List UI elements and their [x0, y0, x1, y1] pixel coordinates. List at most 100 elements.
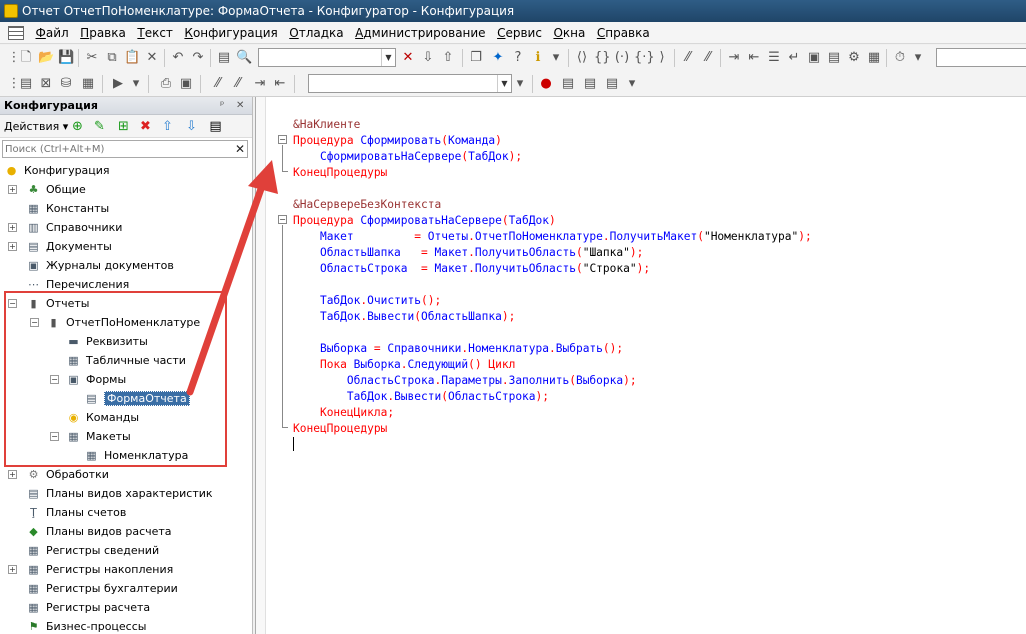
search-combo[interactable]: ▼ — [258, 48, 396, 67]
undo-icon[interactable]: ↶ — [170, 50, 186, 66]
code-line[interactable]: ОбластьСтрока = Макет.ПолучитьОбласть("С… — [293, 261, 812, 277]
bookmark-icon[interactable]: ▤ — [560, 76, 576, 92]
uncomment2-icon[interactable]: ⁄⁄ — [230, 76, 246, 92]
block4-icon[interactable]: ⟩ — [654, 50, 670, 66]
tree-item[interactable]: + ▤ Документы — [0, 237, 250, 256]
code-line[interactable]: КонецПроцедуры — [293, 421, 812, 437]
tree-item[interactable]: ▦ Регистры сведений — [0, 541, 250, 560]
expand-icon[interactable]: + — [8, 565, 17, 574]
fold-toggle[interactable]: − — [278, 135, 287, 144]
block-icon[interactable]: {} — [594, 50, 611, 66]
uncomment-icon[interactable]: ⁄⁄ — [700, 50, 716, 66]
code-line[interactable]: ОбластьСтрока.Параметры.Заполнить(Выборк… — [293, 373, 812, 389]
tree-item[interactable]: ◆ Планы видов расчета — [0, 522, 250, 541]
new-file-icon[interactable]: 🗋 — [18, 50, 34, 66]
add-icon[interactable]: ⊕ — [70, 119, 85, 134]
outdent-icon[interactable]: ⇤ — [746, 50, 762, 66]
chevron-down-icon[interactable]: ▼ — [381, 49, 395, 66]
format-icon[interactable]: ☰ — [766, 50, 782, 66]
expand-icon[interactable]: + — [8, 223, 17, 232]
tree-item[interactable]: + ▥ Справочники — [0, 218, 250, 237]
redo-icon[interactable]: ↷ — [190, 50, 206, 66]
breakpoint-icon[interactable]: ● — [538, 76, 554, 92]
bookmark-menu-icon[interactable]: ▾ — [624, 76, 640, 92]
tree-item[interactable]: Ţ Планы счетов — [0, 503, 250, 522]
options-icon[interactable]: ▦ — [866, 50, 882, 66]
edit-icon[interactable]: ✎ — [92, 119, 107, 134]
code-line[interactable]: КонецЦикла; — [293, 405, 812, 421]
code-line[interactable]: ОбластьШапка = Макет.ПолучитьОбласть("Ша… — [293, 245, 812, 261]
block3-icon[interactable]: {·} — [634, 50, 655, 66]
code-line[interactable]: Макет = Отчеты.ОтчетПоНоменклатуре.Получ… — [293, 229, 812, 245]
fold-toggle[interactable]: − — [278, 215, 287, 224]
wrap-icon[interactable]: ↵ — [786, 50, 802, 66]
tree-item[interactable]: ▦ Константы — [0, 199, 250, 218]
compare-icon[interactable]: ▤ — [18, 76, 34, 92]
paste-icon[interactable]: 📋 — [124, 50, 140, 66]
procedure-combo[interactable]: ▼ — [308, 74, 512, 93]
table-icon[interactable]: ▦ — [80, 76, 96, 92]
code-line[interactable]: &НаСервереБезКонтекста — [293, 197, 812, 213]
menu-text[interactable]: Текст — [133, 22, 177, 43]
actions-menu[interactable]: Действия ▾ — [4, 115, 68, 138]
preview-icon[interactable]: ▣ — [178, 76, 194, 92]
menu-help[interactable]: Справка — [593, 22, 654, 43]
database-icon[interactable]: ⛁ — [58, 76, 74, 92]
indent-icon[interactable]: ⇥ — [726, 50, 742, 66]
move-up-icon[interactable]: ⇧ — [160, 119, 175, 134]
run-menu-icon[interactable]: ▾ — [128, 76, 144, 92]
code-line[interactable]: Выборка = Справочники.Номенклатура.Выбра… — [293, 341, 812, 357]
find-in-tree-icon[interactable]: ▤ — [216, 50, 232, 66]
bracket-icon[interactable]: ⟨⟩ — [574, 50, 590, 66]
move-down-icon[interactable]: ⇩ — [184, 119, 199, 134]
clear-search-icon[interactable]: ✕ — [400, 50, 416, 66]
code-line[interactable]: &НаКлиенте — [293, 117, 812, 133]
tree-item[interactable]: ▣ Журналы документов — [0, 256, 250, 275]
window-menu-icon[interactable] — [8, 26, 24, 40]
print-icon[interactable]: ⎙ — [158, 76, 174, 92]
pin-icon[interactable]: ᵖ — [220, 97, 224, 115]
code-line[interactable]: КонецПроцедуры — [293, 165, 812, 181]
menu-administration[interactable]: Администрирование — [351, 22, 489, 43]
bookmark-clear-icon[interactable]: ▤ — [604, 76, 620, 92]
tree-item[interactable]: ▦ Регистры бухгалтерии — [0, 579, 250, 598]
indent2-icon[interactable]: ⇥ — [252, 76, 268, 92]
code-line[interactable]: Пока Выборка.Следующий() Цикл — [293, 357, 812, 373]
code-line[interactable] — [293, 325, 812, 341]
copy-icon[interactable]: ⧉ — [104, 50, 120, 66]
procedure-list-icon[interactable]: ▤ — [826, 50, 842, 66]
menu-file[interactable]: Файл — [32, 22, 73, 43]
menu-service[interactable]: Сервис — [493, 22, 546, 43]
clear-search-icon[interactable]: ✕ — [235, 141, 245, 157]
code-line[interactable]: Процедура СформироватьНаСервере(ТабДок) — [293, 213, 812, 229]
delete-icon[interactable]: ✖ — [138, 119, 153, 134]
expand-icon[interactable]: + — [8, 185, 17, 194]
tree-item[interactable]: ● Конфигурация — [0, 161, 250, 180]
run-icon[interactable]: ▶ — [110, 76, 126, 92]
menu-windows[interactable]: Окна — [549, 22, 589, 43]
expand-icon[interactable]: + — [8, 470, 17, 479]
block2-icon[interactable]: (·) — [614, 50, 630, 66]
info-icon[interactable]: ℹ — [530, 50, 546, 66]
menu-configuration[interactable]: Конфигурация — [180, 22, 281, 43]
code-line[interactable]: ТабДок.Вывести(ОбластьШапка); — [293, 309, 812, 325]
timer-icon[interactable]: ⏱ — [892, 50, 908, 66]
more-icon[interactable]: ▾ — [548, 50, 564, 66]
syntax-assistant-icon[interactable]: ✦ — [490, 50, 506, 66]
save-icon[interactable]: 💾 — [58, 50, 74, 66]
expand-icon[interactable]: + — [8, 242, 17, 251]
outdent2-icon[interactable]: ⇤ — [272, 76, 288, 92]
code-line[interactable]: ТабДок.Вывести(ОбластьСтрока); — [293, 389, 812, 405]
global-search-combo[interactable] — [936, 48, 1026, 67]
chevron-down-icon[interactable]: ▼ — [497, 75, 511, 92]
open-file-icon[interactable]: 📂 — [38, 50, 54, 66]
find-prev-icon[interactable]: ⇧ — [440, 50, 456, 66]
merge-icon[interactable]: ⊠ — [38, 76, 54, 92]
code-text[interactable]: &НаКлиенте Процедура Сформировать(Команда… — [293, 117, 812, 437]
settings-icon[interactable]: ⚙ — [846, 50, 862, 66]
code-line[interactable] — [293, 181, 812, 197]
menu-edit[interactable]: Правка — [76, 22, 130, 43]
tree-item[interactable]: + ▦ Регистры накопления — [0, 560, 250, 579]
add-child-icon[interactable]: ⊞ — [116, 119, 131, 134]
tree-item[interactable]: + ♣ Общие — [0, 180, 250, 199]
